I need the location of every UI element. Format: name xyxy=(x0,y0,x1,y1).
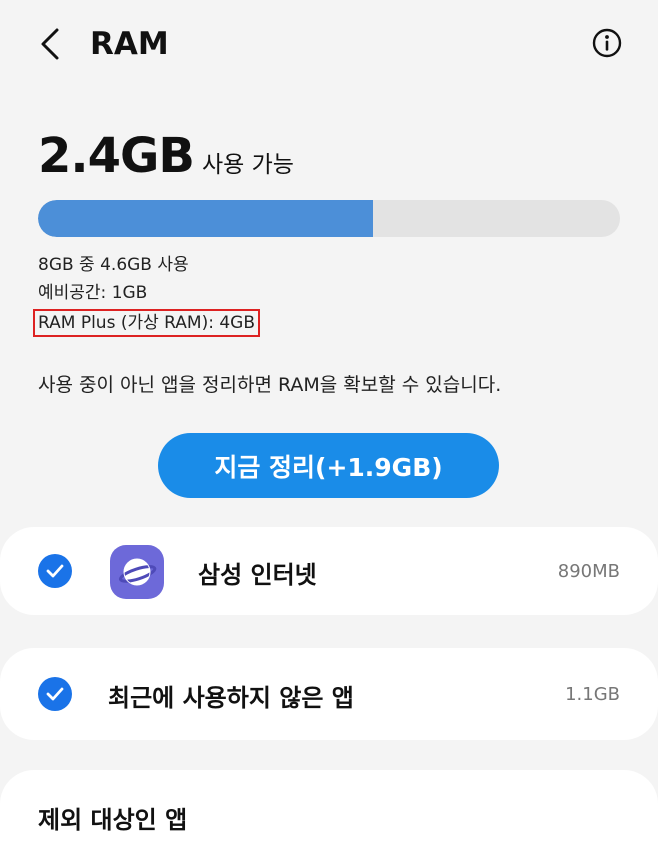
app-name: 최근에 사용하지 않은 앱 xyxy=(108,684,354,712)
ram-plus-text: RAM Plus (가상 RAM): 4GB xyxy=(33,309,260,337)
app-size: 890MB xyxy=(557,561,620,582)
memory-usage-bar xyxy=(38,200,620,237)
app-card-recent-unused[interactable]: 최근에 사용하지 않은 앱 1.1GB xyxy=(0,648,658,740)
app-size: 1.1GB xyxy=(565,684,620,705)
check-icon xyxy=(46,687,64,701)
reserve-text: 예비공간: 1GB xyxy=(38,283,148,303)
clean-now-button[interactable]: 지금 정리(+1.9GB) xyxy=(158,433,499,498)
available-label: 사용 가능 xyxy=(202,152,294,178)
app-card-samsung-internet[interactable]: 삼성 인터넷 890MB xyxy=(0,527,658,615)
samsung-internet-icon xyxy=(110,545,164,599)
page-title: RAM xyxy=(90,26,169,62)
excluded-apps-card[interactable]: 제외 대상인 앱 xyxy=(0,770,658,868)
available-memory: 2.4GB 사용 가능 xyxy=(38,128,294,184)
memory-usage-fill xyxy=(38,200,373,237)
checkbox-recent-unused[interactable] xyxy=(38,677,72,711)
app-header: RAM xyxy=(0,0,658,88)
available-value: 2.4GB xyxy=(38,128,195,184)
check-icon xyxy=(46,564,64,578)
app-name: 삼성 인터넷 xyxy=(198,561,317,589)
info-button[interactable] xyxy=(588,24,626,62)
back-button[interactable] xyxy=(30,22,70,66)
description-text: 사용 중이 아닌 앱을 정리하면 RAM을 확보할 수 있습니다. xyxy=(38,374,502,396)
usage-text: 8GB 중 4.6GB 사용 xyxy=(38,255,189,275)
excluded-apps-label: 제외 대상인 앱 xyxy=(38,806,188,834)
checkbox-samsung-internet[interactable] xyxy=(38,554,72,588)
info-circle-icon xyxy=(592,28,622,58)
chevron-left-icon xyxy=(41,28,59,60)
